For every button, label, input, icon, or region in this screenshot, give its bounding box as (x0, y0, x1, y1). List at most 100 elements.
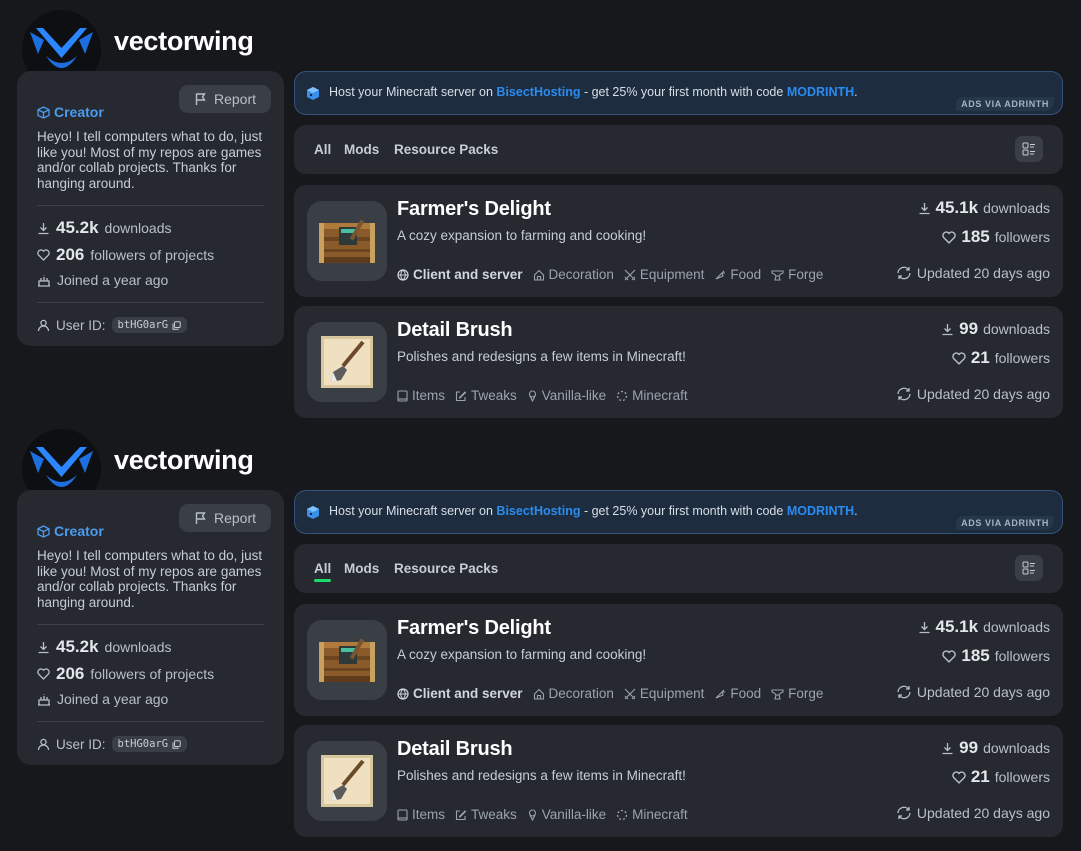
ad-host-link[interactable]: BisectHosting (496, 85, 580, 99)
project-followers: 21 followers (952, 767, 1050, 787)
download-icon (37, 641, 50, 654)
followers-value: 206 (56, 664, 85, 683)
project-icon (307, 322, 387, 402)
ad-text: Host your Minecraft server on BisectHost… (329, 85, 858, 99)
refresh-icon (896, 266, 912, 280)
project-description: A cozy expansion to farming and cooking! (397, 647, 647, 662)
creator-badge: Creator (37, 523, 104, 539)
tab-all[interactable]: All (314, 561, 332, 582)
list-view-icon (1022, 142, 1036, 156)
project-card[interactable]: Farmer's Delight A cozy expansion to far… (294, 185, 1063, 297)
ice-cream-icon (527, 808, 538, 821)
downloads-value: 45.2k (56, 218, 99, 237)
carrot-icon (714, 269, 726, 281)
project-icon (307, 620, 387, 700)
joined-stat: Joined a year ago (37, 691, 168, 707)
tag-food: Food (714, 686, 761, 701)
tag-vanilla-like: Vanilla-like (527, 388, 606, 403)
ad-banner[interactable]: Host your Minecraft server on BisectHost… (294, 71, 1063, 115)
project-updated: Updated 20 days ago (896, 805, 1050, 821)
flag-icon (194, 92, 208, 106)
report-button[interactable]: Report (179, 504, 271, 532)
tag-environment: Client and server (397, 267, 523, 282)
user-id-copy[interactable]: btHG0arG (111, 317, 188, 333)
project-downloads: 99 downloads (941, 738, 1050, 758)
updated-label: Updated 20 days ago (916, 684, 1050, 700)
project-description: Polishes and redesigns a few items in Mi… (397, 349, 686, 364)
heart-icon (952, 770, 966, 784)
view-toggle-button[interactable] (1015, 136, 1043, 162)
ad-host-link[interactable]: BisectHosting (496, 504, 580, 518)
ad-middle: - get 25% your first month with code (580, 504, 787, 518)
report-button[interactable]: Report (179, 85, 271, 113)
ad-middle: - get 25% your first month with code (580, 85, 787, 99)
project-card[interactable]: Detail Brush Polishes and redesigns a fe… (294, 306, 1063, 418)
server-cube-icon (306, 505, 320, 520)
heart-icon (942, 649, 957, 663)
followers-label: followers (994, 648, 1050, 664)
followers-label: followers (994, 350, 1050, 366)
user-id-copy[interactable]: btHG0arG (111, 736, 188, 752)
cake-icon (37, 693, 51, 706)
box-icon (37, 105, 50, 119)
followers-label: followers (994, 769, 1050, 785)
tag-minecraft: Minecraft (616, 388, 688, 403)
tag-label: Items (412, 388, 446, 403)
project-title[interactable]: Detail Brush (397, 319, 513, 342)
divider (37, 624, 264, 625)
tag-label: Decoration (548, 686, 614, 701)
tab-resource-packs[interactable]: Resource Packs (394, 142, 498, 157)
anvil-icon (771, 688, 784, 700)
heart-icon (37, 668, 50, 680)
downloads-value: 45.1k (935, 617, 979, 636)
tag-label: Items (412, 807, 446, 822)
project-card[interactable]: Detail Brush Polishes and redesigns a fe… (294, 725, 1063, 837)
swords-icon (624, 688, 636, 700)
download-icon (918, 202, 931, 215)
downloads-label: downloads (983, 740, 1050, 756)
cake-icon (37, 274, 51, 287)
tag-label: Tweaks (471, 807, 517, 822)
project-title[interactable]: Detail Brush (397, 738, 513, 761)
downloads-label: downloads (983, 200, 1050, 216)
view-toggle-button[interactable] (1015, 555, 1043, 581)
user-id-label: User ID: (56, 317, 106, 333)
tag-forge: Forge (771, 686, 823, 701)
tag-items: Items (397, 807, 445, 822)
project-updated: Updated 20 days ago (896, 684, 1050, 700)
tab-mods[interactable]: Mods (344, 142, 379, 157)
tag-label: Forge (788, 267, 824, 282)
followers-label: followers (994, 229, 1050, 245)
project-card[interactable]: Farmer's Delight A cozy expansion to far… (294, 604, 1063, 716)
project-title[interactable]: Farmer's Delight (397, 617, 551, 640)
project-followers: 185 followers (942, 227, 1050, 247)
copy-icon (172, 320, 181, 330)
followers-label: followers of projects (90, 247, 215, 263)
book-icon (397, 808, 408, 821)
heart-icon (952, 351, 966, 365)
tab-all[interactable]: All (314, 142, 331, 157)
project-downloads: 45.1k downloads (918, 198, 1050, 218)
project-title[interactable]: Farmer's Delight (397, 198, 551, 221)
project-downloads: 45.1k downloads (918, 617, 1050, 637)
profile-sidebar: Report Creator Heyo! I tell computers wh… (17, 490, 284, 765)
user-id-value: btHG0arG (117, 319, 169, 331)
ad-tag: ADS VIA ADRINTH (956, 516, 1054, 530)
tab-mods[interactable]: Mods (344, 561, 379, 576)
tag-label: Minecraft (632, 388, 688, 403)
ad-banner[interactable]: Host your Minecraft server on BisectHost… (294, 490, 1063, 534)
refresh-icon (896, 806, 912, 820)
tag-label: Food (730, 686, 762, 701)
project-followers: 21 followers (952, 348, 1050, 368)
house-icon (533, 269, 545, 281)
ice-cream-icon (527, 389, 538, 402)
ad-suffix: . (854, 504, 858, 518)
tag-minecraft: Minecraft (616, 807, 688, 822)
ad-code: MODRINTH (786, 85, 855, 99)
ad-tag: ADS VIA ADRINTH (956, 97, 1054, 111)
tab-resource-packs[interactable]: Resource Packs (394, 561, 498, 576)
username: vectorwing (114, 445, 254, 475)
tag-equipment: Equipment (624, 686, 704, 701)
followers-label: followers of projects (90, 666, 215, 682)
followers-value: 185 (961, 227, 990, 246)
